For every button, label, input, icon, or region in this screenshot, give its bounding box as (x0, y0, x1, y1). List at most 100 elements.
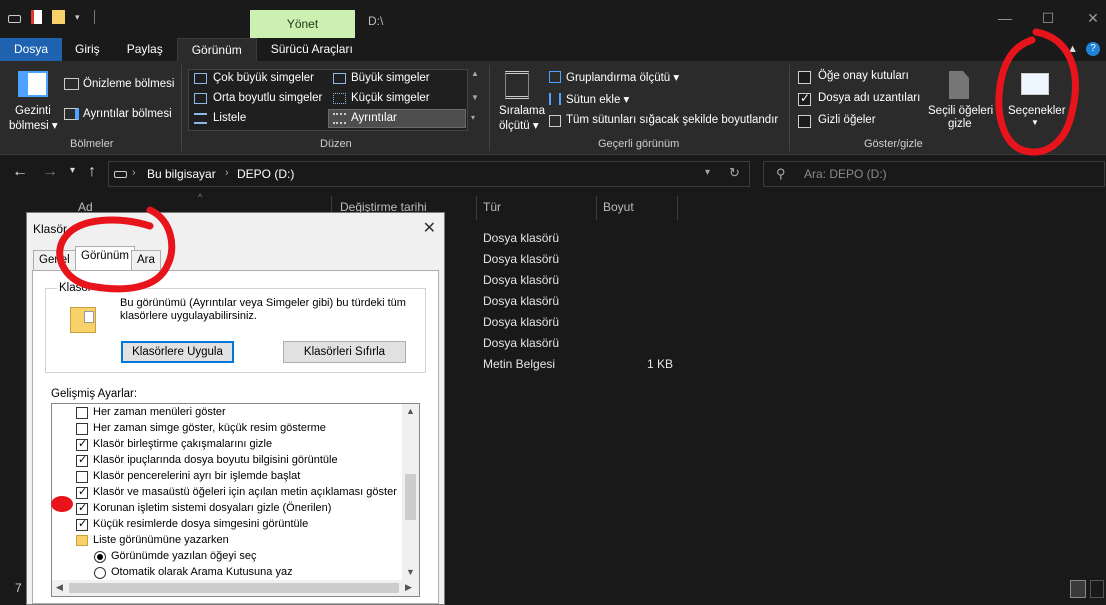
row-size[interactable]: 1 KB (647, 357, 673, 371)
context-tab-manage[interactable]: Yönet (250, 10, 355, 38)
search-box[interactable]: ⚲ Ara: DEPO (D:) (763, 161, 1105, 187)
layout-small[interactable]: Küçük simgeler (351, 92, 430, 104)
setting-checkbox[interactable] (76, 407, 88, 419)
hide-selected-icon[interactable] (949, 71, 969, 99)
scroll-up-icon[interactable]: ▲ (406, 406, 415, 416)
item-checkboxes-checkbox[interactable] (798, 71, 811, 84)
breadcrumb-chevron-icon[interactable]: › (132, 167, 136, 179)
address-bar[interactable]: › Bu bilgisayar › DEPO (D:) ▾ ↻ (108, 161, 750, 187)
layout-medium[interactable]: Orta boyutlu simgeler (213, 92, 322, 104)
sort-by-label-1[interactable]: Sıralama (499, 105, 545, 117)
item-checkboxes-label[interactable]: Öğe onay kutuları (818, 70, 909, 82)
tab-view[interactable]: Görünüm (75, 246, 135, 271)
sort-by-icon[interactable] (505, 71, 529, 99)
help-icon[interactable]: ? (1086, 42, 1100, 56)
recent-locations-icon[interactable]: ▾ (70, 165, 75, 176)
row-type[interactable]: Dosya klasörü (483, 252, 559, 266)
options-icon[interactable] (1021, 73, 1049, 95)
navigation-pane-label-1[interactable]: Gezinti (15, 105, 51, 117)
advanced-settings-list[interactable]: Her zaman menüleri göster Her zaman simg… (51, 403, 420, 597)
layout-extra-large[interactable]: Çok büyük simgeler (213, 72, 314, 84)
layout-details[interactable]: Ayrıntılar (351, 112, 397, 124)
scroll-down-icon[interactable]: ▼ (406, 567, 415, 577)
hidden-items-checkbox[interactable] (798, 115, 811, 128)
setting-checkbox[interactable] (76, 453, 88, 467)
maximize-button[interactable]: ☐ (1038, 10, 1058, 27)
column-separator[interactable] (596, 196, 597, 220)
row-type[interactable]: Metin Belgesi (483, 357, 555, 371)
preview-pane-button[interactable]: Önizleme bölmesi (83, 78, 174, 90)
column-header-size[interactable]: Boyut (603, 200, 634, 220)
setting-checkbox[interactable] (76, 485, 88, 499)
setting-checkbox[interactable] (76, 501, 88, 515)
vertical-scrollbar[interactable]: ▲ ▼ (402, 404, 419, 581)
tab-home[interactable]: Giriş (62, 38, 113, 61)
collapse-ribbon-icon[interactable]: ▲ (1067, 43, 1078, 55)
file-extensions-checkbox[interactable] (798, 91, 811, 106)
add-columns-button[interactable]: Sütun ekle ▾ (566, 92, 629, 106)
tab-file[interactable]: Dosya (0, 38, 63, 61)
up-arrow-icon[interactable]: ↑ (88, 163, 96, 181)
reset-folders-button[interactable]: Klasörleri Sıfırla (283, 341, 406, 363)
tab-general[interactable]: Genel (33, 250, 76, 271)
row-type[interactable]: Dosya klasörü (483, 231, 559, 245)
layout-large[interactable]: Büyük simgeler (351, 72, 430, 84)
scroll-left-icon[interactable]: ◀ (56, 582, 63, 593)
row-type[interactable]: Dosya klasörü (483, 336, 559, 350)
size-all-columns-button[interactable]: Tüm sütunları sığacak şekilde boyutlandı… (566, 114, 778, 126)
new-folder-icon[interactable] (52, 10, 65, 24)
dialog-close-icon[interactable]: ✕ (423, 218, 436, 238)
breadcrumb-chevron-icon[interactable]: › (225, 167, 229, 179)
apply-to-folders-button[interactable]: Klasörlere Uygula (121, 341, 234, 363)
setting-checkbox[interactable] (76, 471, 88, 483)
back-arrow-icon[interactable]: ← (12, 163, 28, 181)
breadcrumb-this-pc[interactable]: Bu bilgisayar (147, 167, 216, 181)
column-header-type[interactable]: Tür (483, 200, 501, 220)
gallery-up-icon[interactable]: ▲ (471, 69, 479, 78)
large-icons-view-icon[interactable] (1090, 580, 1104, 598)
address-dropdown-icon[interactable]: ▾ (705, 167, 710, 178)
navigation-pane-icon[interactable] (18, 71, 48, 97)
group-by-button[interactable]: Gruplandırma ölçütü ▾ (566, 70, 679, 84)
properties-icon[interactable] (31, 10, 42, 24)
options-dropdown-icon[interactable]: ▼ (1031, 118, 1039, 127)
tab-share[interactable]: Paylaş (113, 38, 177, 61)
search-input[interactable]: Ara: DEPO (D:) (804, 167, 887, 181)
row-type[interactable]: Dosya klasörü (483, 315, 559, 329)
tab-drive-tools[interactable]: Sürücü Araçları (257, 38, 367, 61)
scroll-right-icon[interactable]: ▶ (405, 582, 412, 593)
scroll-thumb[interactable] (69, 583, 399, 593)
layout-list[interactable]: Listele (213, 112, 246, 124)
close-button[interactable]: ✕ (1083, 10, 1103, 27)
customize-qat-icon[interactable]: ▾ (75, 12, 84, 23)
gallery-down-icon[interactable]: ▼ (471, 93, 479, 102)
drive-icon[interactable] (8, 14, 21, 23)
scroll-thumb[interactable] (405, 474, 416, 520)
row-type[interactable]: Dosya klasörü (483, 294, 559, 308)
file-extensions-label[interactable]: Dosya adı uzantıları (818, 92, 920, 104)
details-view-icon[interactable] (1070, 580, 1086, 598)
setting-checkbox[interactable] (76, 437, 88, 451)
navigation-pane-label-2[interactable]: bölmesi ▾ (9, 118, 58, 132)
hide-selected-label-2[interactable]: gizle (948, 118, 972, 130)
hidden-items-label[interactable]: Gizli öğeler (818, 114, 876, 126)
sort-by-label-2[interactable]: ölçütü ▾ (499, 118, 539, 132)
setting-checkbox[interactable] (76, 423, 88, 435)
hide-selected-label-1[interactable]: Seçili öğeleri (928, 105, 993, 117)
setting-radio[interactable] (94, 551, 106, 563)
setting-radio[interactable] (94, 567, 106, 579)
details-pane-icon[interactable] (64, 108, 79, 120)
options-button[interactable]: Seçenekler (1008, 105, 1066, 117)
details-pane-button[interactable]: Ayrıntılar bölmesi (83, 108, 172, 120)
refresh-icon[interactable]: ↻ (729, 165, 740, 181)
minimize-button[interactable]: — (995, 10, 1015, 26)
setting-checkbox[interactable] (76, 517, 88, 531)
row-type[interactable]: Dosya klasörü (483, 273, 559, 287)
horizontal-scrollbar[interactable]: ◀ ▶ (52, 580, 419, 596)
gallery-more-icon[interactable]: ▾ (471, 113, 475, 122)
column-separator[interactable] (677, 196, 678, 220)
preview-pane-icon[interactable] (64, 78, 79, 90)
breadcrumb-drive[interactable]: DEPO (D:) (237, 167, 294, 181)
tab-view[interactable]: Görünüm (176, 38, 257, 61)
forward-arrow-icon[interactable]: → (42, 163, 58, 181)
